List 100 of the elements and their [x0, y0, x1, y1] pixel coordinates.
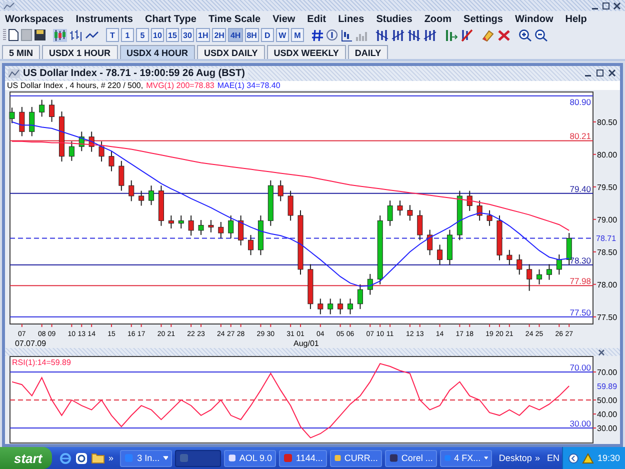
candle [68, 140, 74, 162]
delete-icon[interactable] [496, 28, 511, 42]
candle [546, 264, 552, 280]
axis-label: 59.89 [597, 382, 617, 391]
new-document-icon[interactable] [8, 29, 19, 41]
zoom-out-icon[interactable] [534, 28, 548, 42]
app-icon [444, 453, 452, 463]
app-icon [283, 453, 294, 463]
timeframe-button[interactable]: 15 [166, 28, 179, 42]
candlestick-icon[interactable] [53, 28, 67, 42]
taskbar-button[interactable]: 3 In... [120, 450, 172, 466]
menu-item[interactable]: Settings [464, 14, 503, 24]
level-label: 70.00 [570, 362, 591, 372]
candle [338, 298, 344, 315]
candle [556, 254, 562, 276]
taskbar-button[interactable]: Corel ... [384, 450, 437, 466]
candle [118, 160, 124, 192]
indicator-icon[interactable] [406, 28, 421, 42]
menu-item[interactable]: Zoom [424, 14, 452, 24]
taskbar-button[interactable]: 4 FX... [440, 450, 492, 466]
maximize-icon[interactable] [596, 69, 605, 78]
start-button[interactable]: start [0, 447, 52, 469]
menu-item[interactable]: Lines [338, 14, 364, 24]
timeframe-button[interactable]: 8H [244, 28, 259, 42]
candle [407, 204, 413, 222]
menu-item[interactable]: Edit [307, 14, 326, 24]
timeframe-button[interactable]: M [290, 28, 304, 42]
candle [357, 284, 363, 310]
axis-label: 80.50 [597, 118, 617, 127]
candle [128, 180, 134, 202]
tab[interactable]: 5 MIN [2, 45, 40, 59]
menu-item[interactable]: Window [514, 14, 554, 24]
bar-chart-icon[interactable] [69, 28, 83, 42]
warning-icon[interactable] [582, 452, 594, 464]
taskbar-button[interactable]: AOL 9.0 [224, 450, 276, 466]
candle [417, 210, 423, 241]
timeframe-button[interactable]: 5 [136, 28, 149, 42]
browser-icon[interactable] [59, 452, 72, 464]
candle [466, 190, 472, 212]
eraser-icon[interactable] [480, 28, 495, 42]
chart-title: US Dollar Index , 4 hours, # 220 / 500, [7, 81, 144, 90]
zoom-in-icon[interactable] [518, 28, 532, 42]
menu-item[interactable]: Workspaces [5, 14, 64, 24]
close-icon[interactable] [613, 2, 622, 10]
indicator-icon[interactable] [374, 28, 389, 42]
folder-icon[interactable] [91, 452, 106, 464]
maximize-icon[interactable] [602, 2, 611, 10]
tab[interactable]: USDX 1 HOUR [42, 45, 118, 59]
indicator-icon[interactable] [390, 28, 405, 42]
toolbar-label[interactable]: Desktop [498, 453, 532, 463]
close-icon[interactable] [608, 69, 617, 78]
timeframe-button[interactable]: D [260, 28, 274, 42]
close-icon[interactable] [598, 348, 606, 356]
tab[interactable]: DAILY [348, 45, 388, 59]
timeframe-button[interactable]: 30 [181, 28, 194, 42]
taskbar-button[interactable]: CURR... [330, 450, 382, 466]
candle [228, 214, 234, 239]
study-icon[interactable] [340, 28, 353, 42]
legend-text: MVG(1) 200=78.83 [146, 81, 214, 90]
candle [278, 180, 284, 202]
timeframe-button[interactable]: 10 [151, 28, 164, 42]
grid-icon[interactable] [310, 28, 324, 42]
candle [536, 268, 542, 285]
timeframe-button[interactable]: 1 [121, 28, 134, 42]
menu-item[interactable]: Time Scale [208, 14, 261, 24]
tab[interactable]: USDX WEEKLY [266, 45, 346, 59]
candle [268, 180, 274, 226]
candle [348, 298, 353, 315]
export-icon[interactable] [444, 28, 458, 42]
timeframe-button[interactable]: T [106, 28, 119, 42]
menu-item[interactable]: Chart Type [144, 14, 196, 24]
candle [58, 111, 64, 162]
menu-item[interactable]: Studies [376, 14, 412, 24]
tab[interactable]: USDX DAILY [197, 45, 265, 59]
axis-label: 79.00 [597, 215, 617, 224]
menu-item[interactable]: View [272, 14, 296, 24]
app-icon[interactable] [75, 452, 88, 464]
indicator-icon[interactable] [422, 28, 437, 42]
save-icon[interactable] [34, 29, 46, 41]
menu-item[interactable]: Instruments [76, 14, 133, 24]
caret-icon [484, 456, 488, 460]
timeframe-button[interactable]: W [276, 28, 289, 42]
candle [108, 150, 114, 172]
language-indicator[interactable]: EN [546, 453, 560, 463]
candle [566, 232, 572, 266]
timeframe-button[interactable]: 1H [196, 28, 210, 42]
candle [178, 214, 184, 229]
tab[interactable]: USDX 4 HOUR [120, 45, 196, 59]
timeframe-button[interactable]: 4H [228, 28, 243, 42]
taskbar-button[interactable] [175, 450, 222, 466]
timeframe-button[interactable]: 2H [212, 28, 226, 42]
menu-item[interactable]: Help [565, 14, 587, 24]
chevron[interactable]: » [108, 453, 114, 463]
taskbar-button[interactable]: 1144... [279, 450, 327, 466]
axis-label: 70.00 [597, 368, 617, 377]
candle [88, 131, 94, 152]
info-icon[interactable] [326, 29, 338, 41]
chevron[interactable]: » [534, 453, 540, 463]
delete-study-icon[interactable] [460, 28, 474, 42]
candle [308, 264, 314, 310]
